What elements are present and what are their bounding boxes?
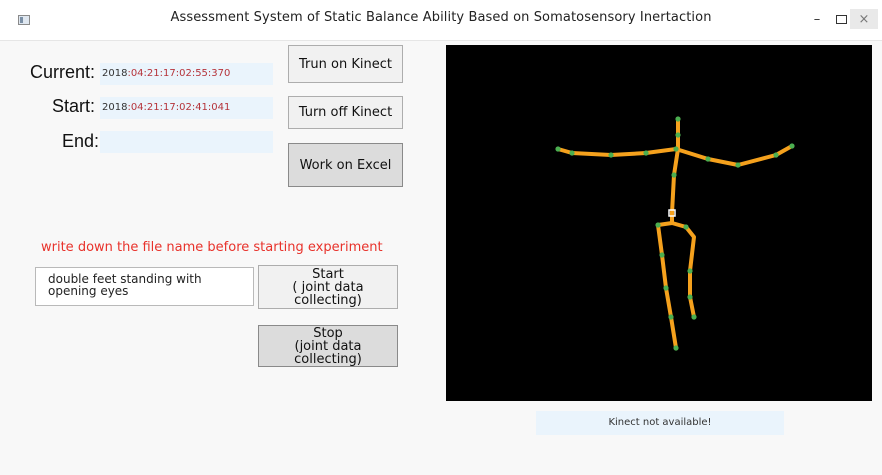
skeleton-joint [687,268,693,274]
start-button-line1: Start [312,266,344,282]
skeleton-joint [659,252,665,258]
window-title: Assessment System of Static Balance Abil… [170,10,712,25]
skeleton-joint [705,156,711,162]
skeleton-joint [773,152,779,158]
current-time-label: Current: [30,62,96,82]
skeleton-arm-left [556,147,678,157]
skeleton-joint [668,314,674,320]
skeleton-joint [673,345,679,351]
stop-button-line1: Stop [313,325,343,341]
skeleton-joint [569,150,575,156]
skeleton-joint [673,146,679,152]
work-on-excel-button[interactable]: Work on Excel [288,143,403,187]
turn-on-kinect-button[interactable]: Trun on Kinect [288,45,403,83]
skeleton-joint [655,222,661,228]
skeleton-joint [683,224,689,230]
close-icon[interactable]: × [850,9,878,29]
title-bar: Assessment System of Static Balance Abil… [0,0,882,41]
skeleton-display [446,45,872,401]
skeleton-joint [643,150,649,156]
skeleton-joint [608,152,614,158]
skeleton-joint [691,314,697,320]
current-time-field: 2018:04:21:17:02:55:370 [100,63,273,85]
skeleton-svg [555,116,795,351]
stop-button-line2: (joint data collecting) [294,338,362,367]
skeleton-joint [675,132,681,138]
skeleton-joint [675,116,681,122]
stop-collecting-button[interactable]: Stop (joint data collecting) [258,325,398,367]
start-time-value: :04:21:17:02:41:041 [127,102,231,113]
start-time-label: Start: [52,96,96,116]
skeleton-joint [687,294,693,300]
end-time-label: End: [62,131,100,151]
start-collecting-button[interactable]: Start ( joint data collecting) [258,265,398,309]
start-button-line2: ( joint data collecting) [292,279,364,308]
current-time-value: :04:21:17:02:55:370 [127,68,231,79]
skeleton-joint [789,143,795,149]
start-time-field: 2018:04:21:17:02:41:041 [100,97,273,119]
app-body: Current: 2018:04:21:17:02:55:370 Start: … [0,41,882,475]
skeleton-joint [671,172,677,178]
turn-off-kinect-button[interactable]: Turn off Kinect [288,96,403,129]
skeleton-joint [555,146,561,152]
skeleton-joints [555,116,795,351]
skeleton-joint [663,285,669,291]
current-time-prefix: 2018 [102,68,128,79]
skeleton-joint [735,162,741,168]
kinect-status: Kinect not available! [536,411,784,435]
instruction-hint: write down the file name before starting… [41,240,383,255]
start-time-prefix: 2018 [102,102,128,113]
filename-input[interactable]: double feet standing with opening eyes [35,267,254,306]
end-time-field [100,131,273,153]
